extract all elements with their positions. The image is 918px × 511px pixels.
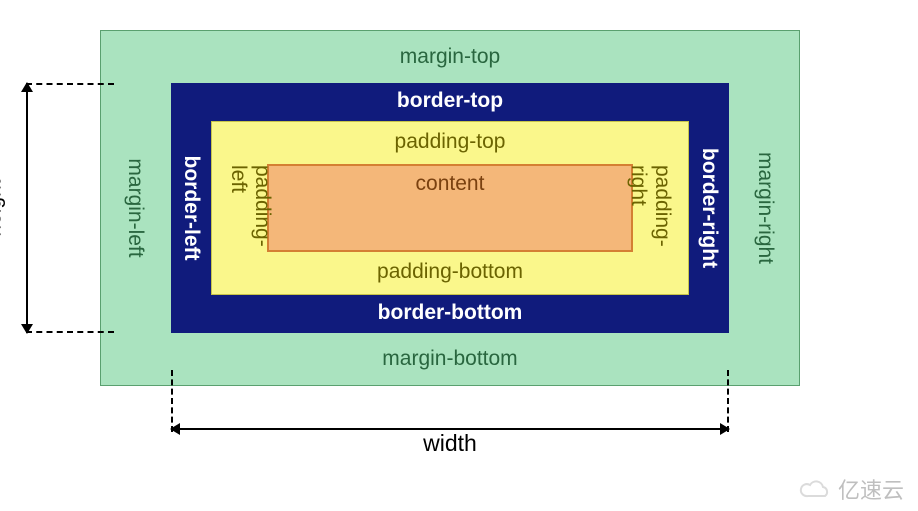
border-layer: border-top border-left border-right padd… bbox=[171, 83, 729, 333]
height-dimension: height bbox=[14, 83, 100, 333]
padding-left-label: padding-left bbox=[226, 165, 274, 251]
margin-bottom-label: margin-bottom bbox=[171, 333, 729, 385]
height-dash-top bbox=[26, 83, 114, 85]
content-label: content bbox=[416, 172, 485, 196]
border-bottom-label: border-bottom bbox=[211, 295, 689, 333]
padding-right-label: padding-right bbox=[626, 165, 674, 251]
margin-right-label: margin-right bbox=[753, 152, 777, 264]
height-label: height bbox=[0, 179, 7, 236]
border-right-label: border-right bbox=[697, 148, 721, 268]
margin-layer: margin-top margin-left margin-right bord… bbox=[100, 30, 800, 386]
content-layer: content bbox=[267, 164, 633, 252]
padding-bottom-label: padding-bottom bbox=[267, 252, 633, 294]
box-model-diagram: margin-top margin-left margin-right bord… bbox=[100, 30, 800, 386]
padding-layer: padding-top padding-left padding-right c… bbox=[211, 121, 689, 295]
width-dimension: width bbox=[0, 390, 918, 450]
width-label: width bbox=[419, 430, 481, 457]
margin-left-label: margin-left bbox=[123, 158, 147, 257]
height-dash-bottom bbox=[26, 331, 114, 333]
padding-top-label: padding-top bbox=[267, 122, 633, 164]
border-left-label: border-left bbox=[179, 156, 203, 261]
height-arrow bbox=[26, 83, 28, 333]
border-top-label: border-top bbox=[211, 83, 689, 121]
margin-top-label: margin-top bbox=[171, 31, 729, 83]
cloud-icon bbox=[798, 478, 832, 500]
watermark: 亿速云 bbox=[798, 473, 904, 505]
watermark-text: 亿速云 bbox=[838, 473, 904, 505]
